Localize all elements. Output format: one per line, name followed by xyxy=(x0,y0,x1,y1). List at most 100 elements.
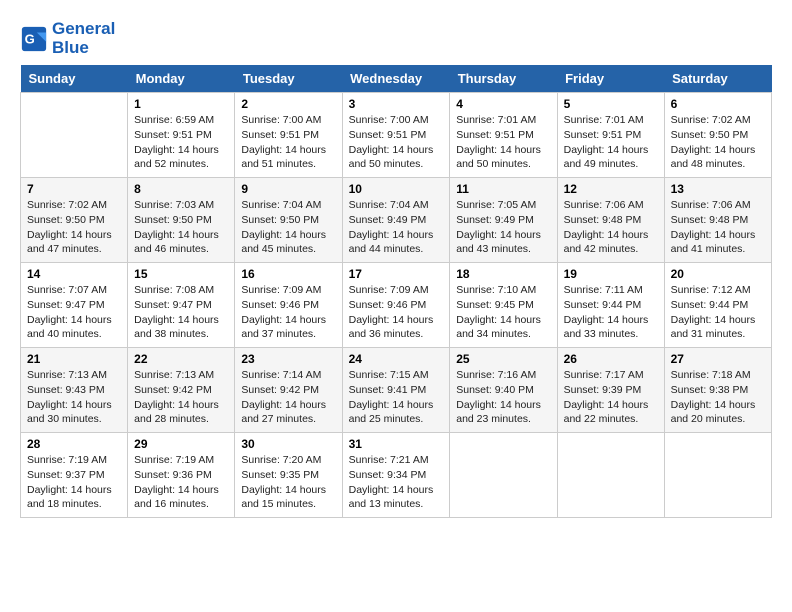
header-row: SundayMondayTuesdayWednesdayThursdayFrid… xyxy=(21,65,772,93)
calendar-cell: 6Sunrise: 7:02 AM Sunset: 9:50 PM Daylig… xyxy=(664,93,771,178)
calendar-cell: 7 Sunrise: 7:02 AM Sunset: 9:50 PM Daylig… xyxy=(21,178,128,263)
calendar-cell: 9Sunrise: 7:04 AM Sunset: 9:50 PM Daylig… xyxy=(235,178,342,263)
calendar-cell: 21Sunrise: 7:13 AM Sunset: 9:43 PM Dayli… xyxy=(21,348,128,433)
calendar-cell: 28 Sunrise: 7:19 AM Sunset: 9:37 PM Dayli… xyxy=(21,433,128,518)
logo-icon: G xyxy=(20,25,48,53)
calendar-cell: 12Sunrise: 7:06 AM Sunset: 9:48 PM Dayli… xyxy=(557,178,664,263)
day-info: Sunrise: 7:17 AM Sunset: 9:39 PM Dayligh… xyxy=(564,368,658,427)
day-number: 25 xyxy=(456,352,550,366)
col-header-saturday: Saturday xyxy=(664,65,771,93)
day-number: 29 xyxy=(134,437,228,451)
calendar-cell: 23 Sunrise: 7:14 AM Sunset: 9:42 PM Dayli… xyxy=(235,348,342,433)
day-number: 8 xyxy=(134,182,228,196)
day-info: Sunrise: 7:09 AM Sunset: 9:46 PM Dayligh… xyxy=(241,283,335,342)
calendar-table: SundayMondayTuesdayWednesdayThursdayFrid… xyxy=(20,65,772,518)
day-number: 10 xyxy=(349,182,444,196)
calendar-cell: 4 Sunrise: 7:01 AM Sunset: 9:51 PM Daylig… xyxy=(450,93,557,178)
day-info: Sunrise: 7:03 AM Sunset: 9:50 PM Dayligh… xyxy=(134,198,228,257)
day-number: 27 xyxy=(671,352,765,366)
day-number: 15 xyxy=(134,267,228,281)
day-info: Sunrise: 7:01 AM Sunset: 9:51 PM Dayligh… xyxy=(456,113,550,172)
day-number: 30 xyxy=(241,437,335,451)
calendar-cell: 27 Sunrise: 7:18 AM Sunset: 9:38 PM Dayli… xyxy=(664,348,771,433)
day-number: 20 xyxy=(671,267,765,281)
calendar-cell: 2 Sunrise: 7:00 AM Sunset: 9:51 PM Daylig… xyxy=(235,93,342,178)
day-number: 6 xyxy=(671,97,765,111)
day-info: Sunrise: 7:02 AM Sunset: 9:50 PM Dayligh… xyxy=(27,198,121,257)
day-info: Sunrise: 7:08 AM Sunset: 9:47 PM Dayligh… xyxy=(134,283,228,342)
day-number: 3 xyxy=(349,97,444,111)
calendar-cell: 13 Sunrise: 7:06 AM Sunset: 9:48 PM Dayli… xyxy=(664,178,771,263)
day-info: Sunrise: 7:13 AM Sunset: 9:42 PM Dayligh… xyxy=(134,368,228,427)
calendar-cell: 31Sunrise: 7:21 AM Sunset: 9:34 PM Dayli… xyxy=(342,433,450,518)
day-number: 19 xyxy=(564,267,658,281)
calendar-cell xyxy=(664,433,771,518)
day-info: Sunrise: 7:21 AM Sunset: 9:34 PM Dayligh… xyxy=(349,453,444,512)
day-number: 21 xyxy=(27,352,121,366)
day-info: Sunrise: 7:20 AM Sunset: 9:35 PM Dayligh… xyxy=(241,453,335,512)
day-info: Sunrise: 7:19 AM Sunset: 9:36 PM Dayligh… xyxy=(134,453,228,512)
calendar-cell: 1Sunrise: 6:59 AM Sunset: 9:51 PM Daylig… xyxy=(128,93,235,178)
day-info: Sunrise: 7:12 AM Sunset: 9:44 PM Dayligh… xyxy=(671,283,765,342)
svg-text:G: G xyxy=(25,31,35,46)
day-number: 2 xyxy=(241,97,335,111)
day-info: Sunrise: 7:10 AM Sunset: 9:45 PM Dayligh… xyxy=(456,283,550,342)
day-info: Sunrise: 7:06 AM Sunset: 9:48 PM Dayligh… xyxy=(564,198,658,257)
day-number: 16 xyxy=(241,267,335,281)
calendar-cell: 19Sunrise: 7:11 AM Sunset: 9:44 PM Dayli… xyxy=(557,263,664,348)
day-info: Sunrise: 7:07 AM Sunset: 9:47 PM Dayligh… xyxy=(27,283,121,342)
day-number: 26 xyxy=(564,352,658,366)
day-number: 13 xyxy=(671,182,765,196)
day-info: Sunrise: 7:01 AM Sunset: 9:51 PM Dayligh… xyxy=(564,113,658,172)
calendar-cell: 18 Sunrise: 7:10 AM Sunset: 9:45 PM Dayli… xyxy=(450,263,557,348)
day-info: Sunrise: 7:04 AM Sunset: 9:49 PM Dayligh… xyxy=(349,198,444,257)
page-header: G General Blue xyxy=(20,20,772,57)
col-header-thursday: Thursday xyxy=(450,65,557,93)
day-info: Sunrise: 7:19 AM Sunset: 9:37 PM Dayligh… xyxy=(27,453,121,512)
day-info: Sunrise: 7:06 AM Sunset: 9:48 PM Dayligh… xyxy=(671,198,765,257)
week-row-4: 21Sunrise: 7:13 AM Sunset: 9:43 PM Dayli… xyxy=(21,348,772,433)
week-row-5: 28 Sunrise: 7:19 AM Sunset: 9:37 PM Dayli… xyxy=(21,433,772,518)
day-number: 11 xyxy=(456,182,550,196)
day-number: 14 xyxy=(27,267,121,281)
day-info: Sunrise: 7:00 AM Sunset: 9:51 PM Dayligh… xyxy=(349,113,444,172)
day-number: 23 xyxy=(241,352,335,366)
calendar-cell: 8 Sunrise: 7:03 AM Sunset: 9:50 PM Daylig… xyxy=(128,178,235,263)
calendar-cell: 29 Sunrise: 7:19 AM Sunset: 9:36 PM Dayli… xyxy=(128,433,235,518)
day-info: Sunrise: 7:05 AM Sunset: 9:49 PM Dayligh… xyxy=(456,198,550,257)
col-header-tuesday: Tuesday xyxy=(235,65,342,93)
calendar-cell xyxy=(450,433,557,518)
day-info: Sunrise: 7:00 AM Sunset: 9:51 PM Dayligh… xyxy=(241,113,335,172)
week-row-3: 14 Sunrise: 7:07 AM Sunset: 9:47 PM Dayli… xyxy=(21,263,772,348)
calendar-cell: 11 Sunrise: 7:05 AM Sunset: 9:49 PM Dayli… xyxy=(450,178,557,263)
day-info: Sunrise: 7:09 AM Sunset: 9:46 PM Dayligh… xyxy=(349,283,444,342)
calendar-cell: 15 Sunrise: 7:08 AM Sunset: 9:47 PM Dayli… xyxy=(128,263,235,348)
calendar-cell xyxy=(21,93,128,178)
calendar-cell: 16 Sunrise: 7:09 AM Sunset: 9:46 PM Dayli… xyxy=(235,263,342,348)
calendar-cell xyxy=(557,433,664,518)
week-row-1: 1Sunrise: 6:59 AM Sunset: 9:51 PM Daylig… xyxy=(21,93,772,178)
week-row-2: 7 Sunrise: 7:02 AM Sunset: 9:50 PM Daylig… xyxy=(21,178,772,263)
day-info: Sunrise: 7:16 AM Sunset: 9:40 PM Dayligh… xyxy=(456,368,550,427)
col-header-friday: Friday xyxy=(557,65,664,93)
day-number: 4 xyxy=(456,97,550,111)
day-number: 24 xyxy=(349,352,444,366)
col-header-wednesday: Wednesday xyxy=(342,65,450,93)
col-header-monday: Monday xyxy=(128,65,235,93)
day-number: 9 xyxy=(241,182,335,196)
day-number: 18 xyxy=(456,267,550,281)
day-info: Sunrise: 7:14 AM Sunset: 9:42 PM Dayligh… xyxy=(241,368,335,427)
day-info: Sunrise: 7:15 AM Sunset: 9:41 PM Dayligh… xyxy=(349,368,444,427)
calendar-cell: 20 Sunrise: 7:12 AM Sunset: 9:44 PM Dayli… xyxy=(664,263,771,348)
calendar-cell: 24 Sunrise: 7:15 AM Sunset: 9:41 PM Dayli… xyxy=(342,348,450,433)
logo-text: General Blue xyxy=(52,20,115,57)
calendar-cell: 30 Sunrise: 7:20 AM Sunset: 9:35 PM Dayli… xyxy=(235,433,342,518)
calendar-cell: 14 Sunrise: 7:07 AM Sunset: 9:47 PM Dayli… xyxy=(21,263,128,348)
calendar-cell: 22Sunrise: 7:13 AM Sunset: 9:42 PM Dayli… xyxy=(128,348,235,433)
calendar-cell: 5Sunrise: 7:01 AM Sunset: 9:51 PM Daylig… xyxy=(557,93,664,178)
day-info: Sunrise: 7:18 AM Sunset: 9:38 PM Dayligh… xyxy=(671,368,765,427)
day-number: 28 xyxy=(27,437,121,451)
calendar-cell: 26 Sunrise: 7:17 AM Sunset: 9:39 PM Dayli… xyxy=(557,348,664,433)
calendar-cell: 25 Sunrise: 7:16 AM Sunset: 9:40 PM Dayli… xyxy=(450,348,557,433)
day-number: 7 xyxy=(27,182,121,196)
